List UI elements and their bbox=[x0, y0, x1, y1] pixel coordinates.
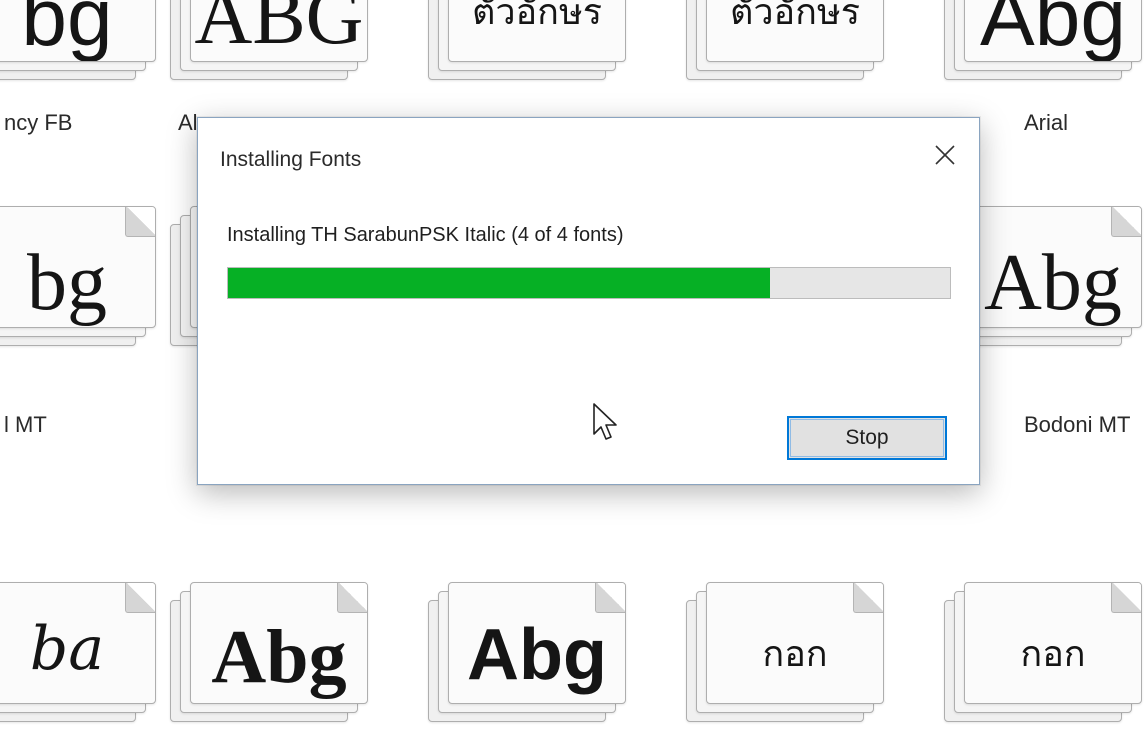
font-file-icon[interactable]: ตัวอักษร bbox=[686, 0, 886, 90]
installing-fonts-dialog: Installing Fonts Installing TH SarabunPS… bbox=[197, 117, 980, 485]
font-file-icon[interactable]: Abg bbox=[428, 582, 628, 732]
font-preview-sample: Abg bbox=[984, 239, 1122, 327]
font-file-icon[interactable]: Abg bbox=[170, 582, 370, 732]
font-preview-sample: ตัวอักษร bbox=[471, 0, 603, 33]
font-preview-sample: bg bbox=[27, 239, 107, 327]
page-front: bg bbox=[0, 0, 156, 62]
font-preview-sample: bg bbox=[21, 0, 113, 62]
page-front: ABG bbox=[190, 0, 368, 62]
font-file-name: Arial bbox=[1024, 110, 1069, 135]
font-file-icon[interactable]: กอก bbox=[686, 582, 886, 732]
font-file-name: Al bbox=[178, 110, 198, 135]
font-preview-sample: Abg bbox=[211, 615, 347, 699]
font-preview-sample: กอก bbox=[762, 634, 828, 675]
progress-fill bbox=[228, 268, 770, 298]
page-fold bbox=[125, 583, 155, 613]
page-front: ba bbox=[0, 582, 156, 704]
stop-button[interactable]: Stop bbox=[787, 416, 947, 460]
page-fold bbox=[595, 583, 625, 613]
dialog-title: Installing Fonts bbox=[220, 148, 362, 171]
page-front: Abg bbox=[190, 582, 368, 704]
page-front: Abg bbox=[448, 582, 626, 704]
page-front: ตัวอักษร bbox=[448, 0, 626, 62]
font-file-name: Bodoni MT bbox=[1024, 412, 1131, 437]
font-preview-sample: ABG bbox=[194, 0, 364, 61]
page-fold bbox=[125, 207, 155, 237]
close-icon bbox=[935, 145, 955, 165]
font-file-icon[interactable]: ba bbox=[0, 582, 158, 732]
font-file-icon[interactable]: ABG bbox=[170, 0, 370, 90]
font-preview-sample: Abg bbox=[467, 615, 607, 695]
font-preview-sample: ba bbox=[29, 614, 105, 684]
font-file-icon[interactable]: ตัวอักษร bbox=[428, 0, 628, 90]
page-fold bbox=[853, 583, 883, 613]
font-file-name: ncy FB bbox=[4, 110, 73, 135]
font-file-name: l MT bbox=[4, 412, 47, 437]
font-file-icon[interactable]: กอก bbox=[944, 582, 1144, 732]
font-preview-sample: Abg bbox=[980, 0, 1126, 62]
close-button[interactable] bbox=[925, 138, 965, 172]
font-preview-sample: กอก bbox=[1020, 634, 1086, 675]
page-fold bbox=[1111, 583, 1141, 613]
page-fold bbox=[337, 583, 367, 613]
page-front: Abg bbox=[964, 206, 1142, 328]
font-file-icon[interactable]: bg bbox=[0, 206, 158, 356]
font-file-icon[interactable]: bg bbox=[0, 0, 158, 90]
page-front: ตัวอักษร bbox=[706, 0, 884, 62]
font-file-icon[interactable]: Abg bbox=[944, 0, 1144, 90]
page-front: bg bbox=[0, 206, 156, 328]
install-progress-bar bbox=[227, 267, 951, 299]
mouse-pointer-icon bbox=[593, 403, 617, 440]
page-front: Abg bbox=[964, 0, 1142, 62]
page-front: กอก bbox=[964, 582, 1142, 704]
font-preview-sample: ตัวอักษร bbox=[729, 0, 861, 33]
page-fold bbox=[1111, 207, 1141, 237]
install-status-text: Installing TH SarabunPSK Italic (4 of 4 … bbox=[227, 224, 624, 246]
page-front: กอก bbox=[706, 582, 884, 704]
